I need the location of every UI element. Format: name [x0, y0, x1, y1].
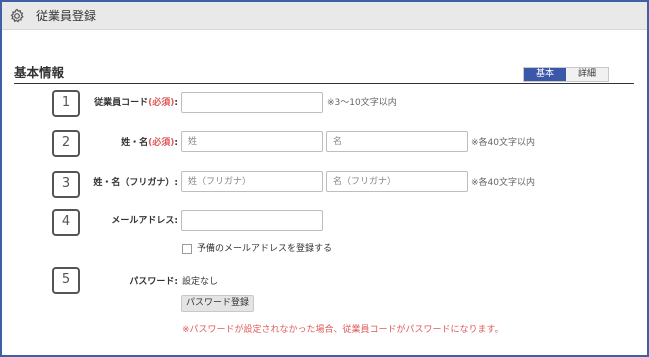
backup-email-checkbox-label[interactable]: 予備のメールアドレスを登録する	[197, 243, 332, 255]
label-colon: :	[174, 98, 178, 108]
step-badge-3: 3	[52, 171, 80, 198]
step-badge-2: 2	[52, 130, 80, 157]
name-hint: ※各40文字以内	[471, 138, 535, 148]
password-status: 設定なし	[182, 277, 219, 287]
tab-detail[interactable]: 詳細	[566, 68, 609, 81]
step-badge-5: 5	[52, 267, 80, 294]
employee-code-label-text: 従業員コード	[94, 98, 149, 108]
password-note: ※パスワードが設定されなかった場合、従業員コードがパスワードになります。	[182, 325, 504, 335]
email-label: メールアドレス:	[111, 216, 178, 226]
backup-email-checkbox[interactable]	[182, 244, 192, 254]
last-name-input[interactable]	[181, 131, 323, 152]
step-badge-4: 4	[52, 209, 80, 236]
first-name-input[interactable]	[326, 131, 468, 152]
title-bar: 従業員登録	[2, 2, 647, 30]
register-password-button[interactable]: パスワード登録	[181, 295, 255, 312]
employee-code-input[interactable]	[181, 92, 323, 113]
name-label-text: 姓・名	[121, 138, 149, 148]
gear-icon[interactable]	[9, 8, 25, 24]
password-label: パスワード:	[129, 277, 178, 287]
employee-code-label: 従業員コード(必須):	[94, 97, 178, 109]
email-input[interactable]	[181, 210, 323, 231]
section-title: 基本情報	[14, 65, 65, 80]
first-name-kana-input[interactable]	[326, 171, 468, 192]
employee-code-hint: ※3～10文字以内	[327, 98, 397, 108]
required-marker: (必須)	[148, 138, 175, 148]
last-name-kana-input[interactable]	[181, 171, 323, 192]
label-colon: :	[174, 138, 178, 148]
section-divider	[14, 83, 634, 84]
tab-group: 基本 詳細	[523, 67, 610, 82]
name-kana-label: 姓・名（フリガナ）:	[93, 178, 178, 188]
name-label: 姓・名(必須):	[100, 137, 178, 149]
step-badge-1: 1	[52, 90, 80, 117]
required-marker: (必須)	[148, 98, 175, 108]
tab-basic[interactable]: 基本	[524, 68, 567, 81]
window-title: 従業員登録	[36, 9, 97, 23]
name-kana-hint: ※各40文字以内	[471, 178, 535, 188]
